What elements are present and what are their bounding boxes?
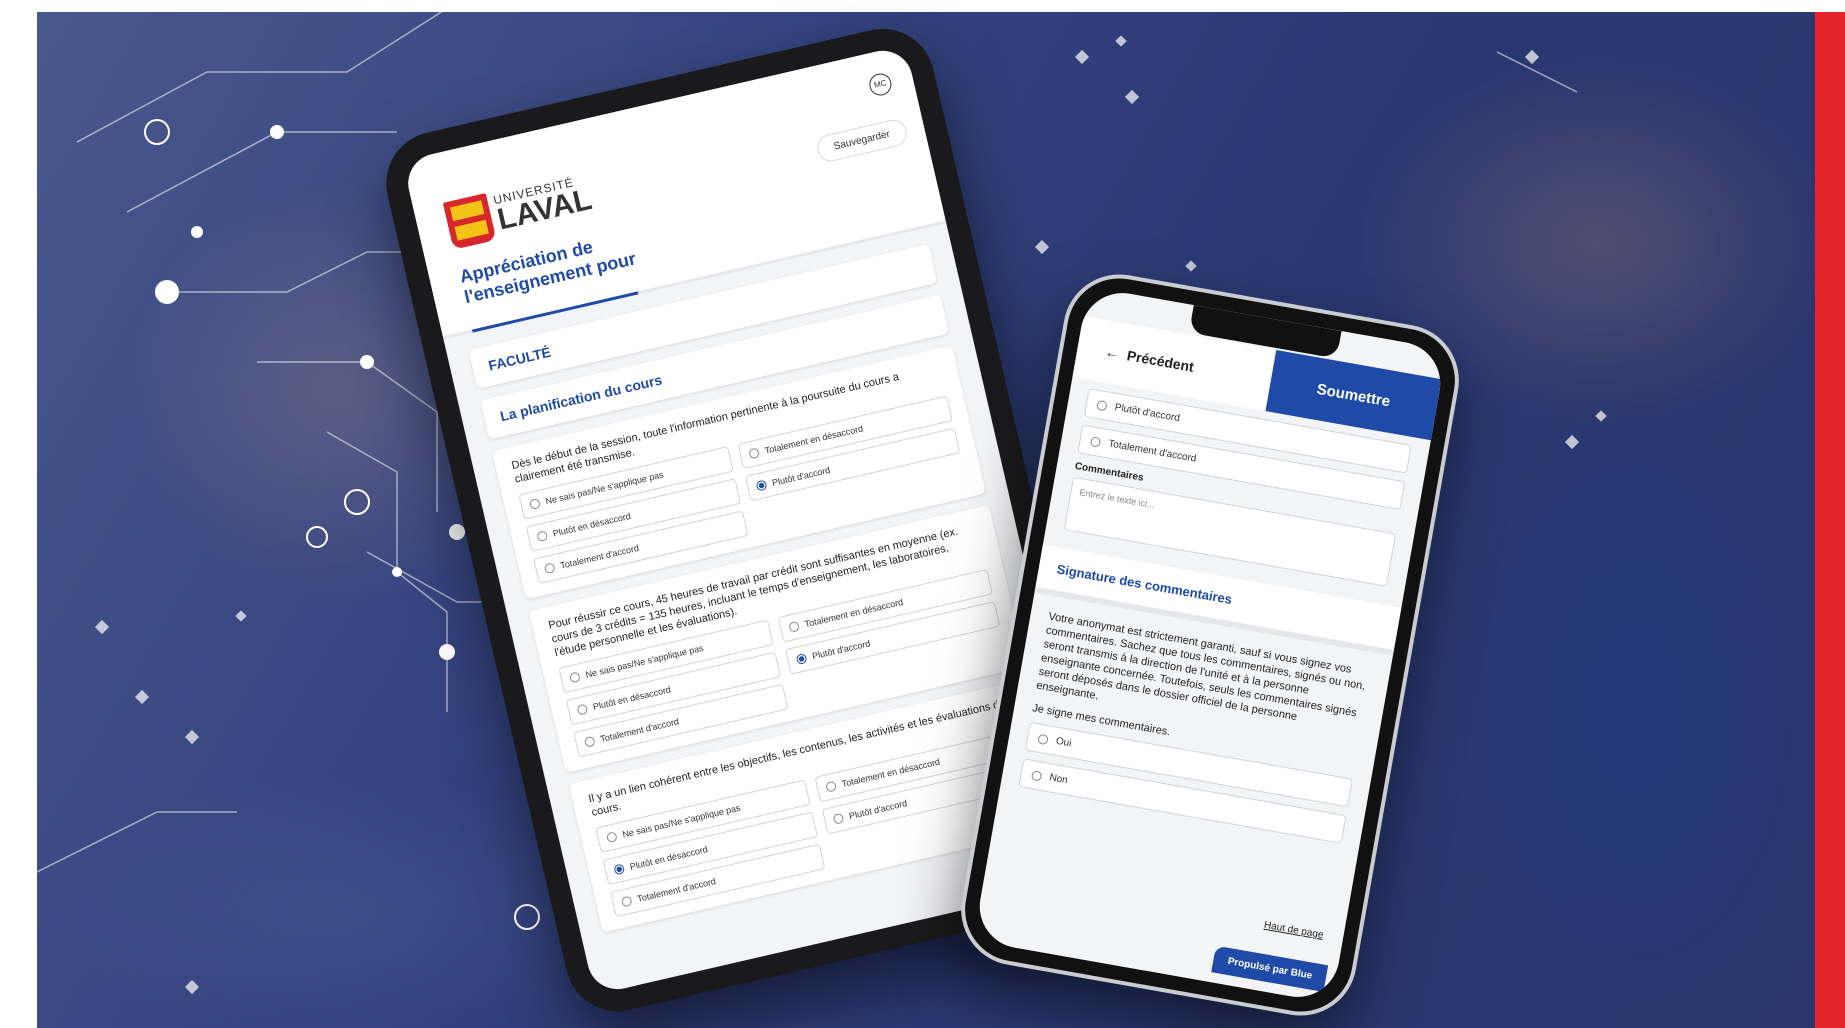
radio-icon	[788, 620, 801, 633]
radio-icon	[1037, 733, 1049, 745]
radio-selected-icon	[613, 863, 626, 876]
powered-by-badge[interactable]: Propulsé par Blue	[1211, 945, 1329, 992]
option-label: Totalement d'accord	[599, 716, 680, 745]
radio-icon	[832, 812, 845, 825]
option-label: Non	[1048, 772, 1069, 787]
user-avatar[interactable]: MC	[867, 71, 894, 98]
radio-selected-icon	[795, 652, 808, 665]
arrow-left-icon: ←	[1104, 343, 1121, 362]
back-to-top-link[interactable]: Haut de page	[1263, 920, 1324, 941]
radio-icon	[605, 831, 618, 844]
radio-icon	[536, 530, 549, 543]
brand-red-bar	[1815, 12, 1845, 1028]
radio-icon	[748, 447, 761, 460]
option-label: Plutôt en désaccord	[628, 844, 709, 872]
option-label: Plutôt en désaccord	[591, 684, 672, 712]
phone-form: Plutôt d'accord Totalement d'accord Comm…	[998, 377, 1431, 863]
option-label: Totalement d'accord	[1107, 438, 1198, 465]
back-label: Précédent	[1125, 347, 1196, 375]
option-label: Plutôt d'accord	[1113, 401, 1181, 425]
radio-icon	[576, 703, 589, 716]
option-label: Plutôt en désaccord	[551, 510, 632, 539]
save-button[interactable]: Sauvegarder	[814, 117, 910, 165]
option-label: Plutôt d'accord	[771, 464, 832, 488]
radio-icon	[528, 497, 541, 510]
option-label: Plutôt d'accord	[848, 798, 909, 822]
radio-icon	[583, 735, 596, 748]
radio-icon	[825, 780, 838, 793]
option-label: Oui	[1054, 735, 1073, 750]
radio-icon	[568, 671, 581, 684]
university-logo: UNIVERSITÉ LAVAL	[442, 170, 596, 250]
option-label: Plutôt d'accord	[811, 638, 872, 662]
radio-icon	[543, 562, 556, 575]
option-label: Totalement d'accord	[636, 876, 717, 904]
option-label: Totalement d'accord	[559, 542, 640, 571]
radio-icon	[1089, 435, 1102, 448]
radio-selected-icon	[755, 479, 768, 492]
radio-icon	[620, 895, 633, 908]
shield-logo-icon	[442, 193, 497, 250]
radio-icon	[1096, 399, 1108, 411]
radio-icon	[1030, 769, 1043, 782]
